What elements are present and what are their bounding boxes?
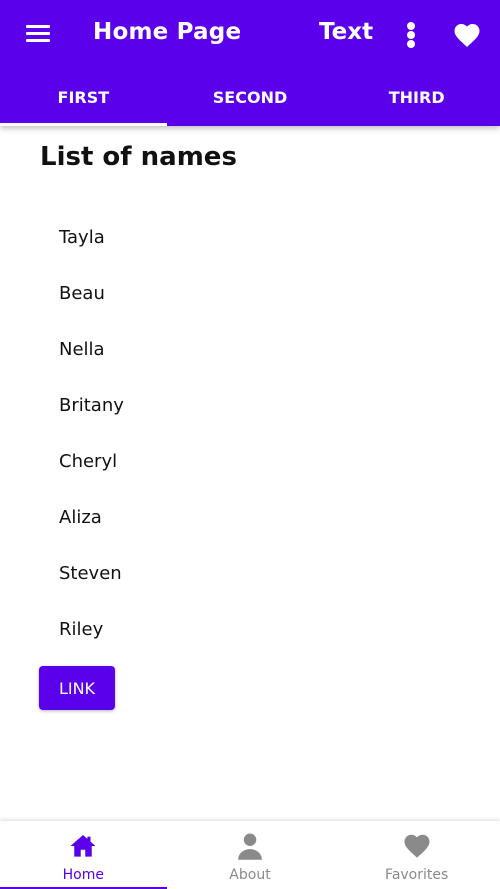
person-icon bbox=[238, 833, 262, 860]
bottom-nav-favorites-label: Favorites bbox=[385, 867, 449, 883]
menu-icon-line bbox=[26, 25, 50, 28]
more-dot bbox=[407, 22, 415, 30]
menu-icon-line bbox=[26, 32, 50, 35]
bottom-nav-about[interactable]: About bbox=[167, 821, 334, 889]
list-item[interactable]: Beau bbox=[0, 266, 500, 322]
heart-icon[interactable] bbox=[452, 20, 482, 48]
app-root: Home Page Text FIRST SECOND THIRD List o… bbox=[0, 0, 500, 889]
menu-icon-line bbox=[26, 39, 50, 42]
list-item[interactable]: Britany bbox=[0, 378, 500, 434]
more-vert-icon[interactable] bbox=[398, 20, 424, 50]
tab-second[interactable]: SECOND bbox=[167, 70, 334, 126]
bottom-nav-favorites[interactable]: Favorites bbox=[333, 821, 500, 889]
bottom-nav: Home About Favorites bbox=[0, 821, 500, 889]
list-item[interactable]: Riley bbox=[0, 602, 500, 658]
list-item[interactable]: Cheryl bbox=[0, 434, 500, 490]
home-icon bbox=[70, 835, 96, 857]
tab-first[interactable]: FIRST bbox=[0, 70, 167, 126]
toolbar: Home Page Text bbox=[0, 0, 500, 70]
more-dot bbox=[407, 40, 415, 48]
text-action-button[interactable]: Text bbox=[319, 19, 373, 45]
list-heading: List of names bbox=[40, 142, 237, 172]
list-item[interactable]: Aliza bbox=[0, 490, 500, 546]
names-list: Tayla Beau Nella Britany Cheryl Aliza St… bbox=[0, 210, 500, 658]
menu-icon[interactable] bbox=[24, 22, 54, 46]
list-item[interactable]: Tayla bbox=[0, 210, 500, 266]
more-dot bbox=[407, 31, 415, 39]
list-item[interactable]: Steven bbox=[0, 546, 500, 602]
bottom-nav-about-label: About bbox=[229, 867, 271, 883]
page-title: Home Page bbox=[93, 19, 242, 45]
tab-bar: FIRST SECOND THIRD bbox=[0, 70, 500, 126]
bottom-nav-home[interactable]: Home bbox=[0, 821, 167, 889]
tab-third[interactable]: THIRD bbox=[333, 70, 500, 126]
heart-icon bbox=[404, 834, 430, 858]
bottom-nav-home-label: Home bbox=[62, 867, 104, 883]
list-item[interactable]: Nella bbox=[0, 322, 500, 378]
app-bar: Home Page Text FIRST SECOND THIRD bbox=[0, 0, 500, 126]
link-button[interactable]: LINK bbox=[39, 666, 115, 710]
